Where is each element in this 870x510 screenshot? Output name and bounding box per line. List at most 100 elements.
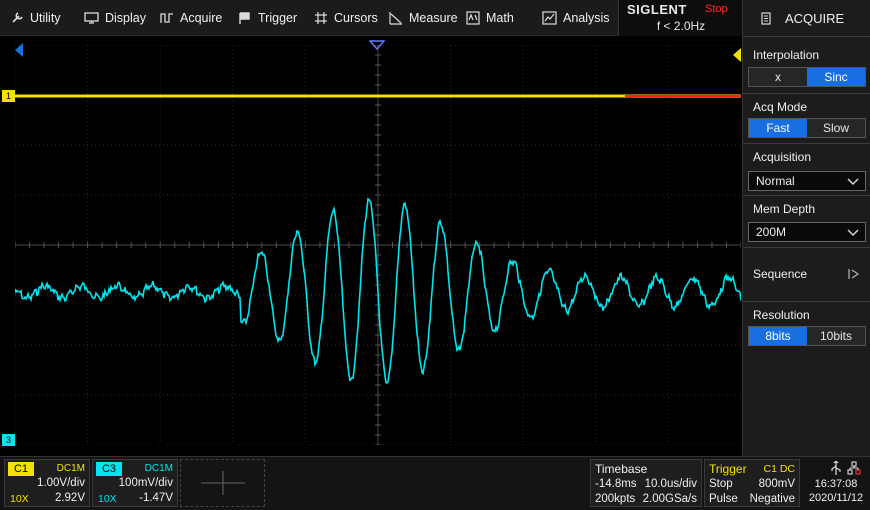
panel-header[interactable]: ACQUIRE: [743, 0, 870, 36]
acq-mode-title: Acq Mode: [753, 100, 808, 114]
menu-analysis[interactable]: Analysis: [542, 0, 610, 36]
acq-mode-toggle[interactable]: Fast Slow: [748, 118, 866, 138]
menu-trigger[interactable]: Trigger: [238, 0, 297, 36]
timebase-title: Timebase: [595, 462, 648, 476]
acquire-wave-icon: [160, 13, 173, 23]
channel-c3-offset: -1.47V: [139, 492, 173, 504]
menu-math-label: Math: [486, 11, 514, 25]
channel-c1-scale: 1.00V/div: [37, 477, 85, 489]
interpolation-title: Interpolation: [753, 48, 820, 62]
trigger-title: Trigger: [709, 462, 747, 476]
resolution-8bits-option[interactable]: 8bits: [749, 327, 807, 345]
run-status[interactable]: Stop: [705, 3, 728, 15]
trigger-delay-marker[interactable]: [369, 40, 385, 50]
trigger-level: 800mV: [758, 478, 795, 490]
clock-date: 2020/11/12: [808, 492, 864, 504]
waveform-display[interactable]: [15, 45, 741, 445]
memory-points: 200kpts: [595, 493, 636, 505]
mem-depth-title: Mem Depth: [753, 202, 816, 216]
trigger-frequency: f < 2.0Hz: [656, 19, 706, 33]
menu-analysis-label: Analysis: [563, 11, 610, 25]
trigger-type: Pulse: [709, 493, 738, 505]
sample-rate: 2.00GSa/s: [642, 493, 697, 505]
trigger-position-marker-left[interactable]: [14, 43, 24, 57]
timebase-box[interactable]: Timebase -14.8ms 10.0us/div 200kpts 2.00…: [590, 459, 702, 507]
monitor-icon: [84, 12, 99, 24]
acquisition-title: Acquisition: [753, 150, 812, 164]
clock-area: 16:37:08 2020/11/12: [803, 459, 869, 507]
channel-c3-scale: 100mV/div: [118, 477, 173, 489]
acquisition-select[interactable]: Normal: [748, 171, 866, 191]
resolution-section: Resolution 8bits 10bits: [743, 301, 870, 456]
channel-c3-box[interactable]: C3 DC1M 100mV/div 10X -1.47V: [92, 459, 178, 507]
channel-c1-coupling: DC1M: [56, 463, 85, 474]
channel-c1-offset: 2.92V: [54, 492, 85, 504]
acq-mode-fast-option[interactable]: Fast: [749, 119, 807, 137]
trigger-source: C1 DC: [763, 463, 795, 475]
acq-mode-section: Acq Mode Fast Slow: [743, 93, 870, 143]
c1-ground-marker[interactable]: 1: [2, 90, 15, 102]
sequence-title: Sequence: [753, 267, 808, 281]
channel-c3-probe: 10X: [98, 493, 117, 505]
sequence-arrow-icon: [848, 269, 860, 279]
interpolation-sinc-option[interactable]: Sinc: [807, 68, 865, 86]
menu-cursors[interactable]: Cursors: [314, 0, 378, 36]
timebase-scale: 10.0us/div: [644, 478, 697, 490]
c3-ground-marker[interactable]: 3: [2, 434, 15, 446]
graticule: [15, 45, 741, 445]
analysis-icon: [542, 11, 557, 25]
mem-depth-select[interactable]: 200M: [748, 222, 866, 242]
wrench-icon: [12, 12, 23, 23]
trigger-slope: Negative: [749, 493, 795, 505]
brand-box: SIGLENT Stop f < 2.0Hz: [618, 0, 742, 36]
channel-c3-coupling: DC1M: [144, 463, 173, 474]
clock-time: 16:37:08: [814, 478, 858, 490]
panel-title: ACQUIRE: [785, 10, 845, 26]
channel-c1-box[interactable]: C1 DC1M 1.00V/div 10X 2.92V: [4, 459, 90, 507]
trigger-state: Stop: [709, 478, 733, 490]
mem-depth-value: 200M: [756, 225, 787, 239]
menu-trigger-label: Trigger: [258, 11, 298, 25]
menu-display-label: Display: [105, 11, 146, 25]
menu-math[interactable]: Math: [466, 0, 514, 36]
channel-c1-tag: C1: [8, 462, 34, 476]
trigger-level-marker[interactable]: [732, 48, 742, 62]
crosshair-icon: [201, 471, 245, 495]
chevron-down-icon: [847, 178, 859, 185]
chevron-down-icon: [847, 229, 859, 236]
menu-cursors-label: Cursors: [334, 11, 378, 25]
menu-bar: Utility Display Acquire Trigger Cursors …: [0, 0, 742, 36]
interpolation-x-option[interactable]: x: [749, 68, 807, 86]
cursors-icon: [315, 12, 327, 24]
interpolation-section: Interpolation x Sinc: [743, 36, 870, 93]
menu-display[interactable]: Display: [84, 0, 146, 36]
acquisition-section: Acquisition Normal: [743, 143, 870, 195]
menu-measure-label: Measure: [409, 11, 458, 25]
acq-mode-slow-option[interactable]: Slow: [807, 119, 865, 137]
trigger-flag-icon: [239, 12, 250, 24]
mem-depth-section: Mem Depth 200M: [743, 195, 870, 247]
sequence-section[interactable]: Sequence: [743, 247, 870, 301]
channel-c3-tag: C3: [96, 462, 122, 476]
menu-measure[interactable]: Measure: [389, 0, 458, 36]
resolution-10bits-option[interactable]: 10bits: [807, 327, 865, 345]
timebase-delay: -14.8ms: [595, 478, 637, 490]
acquisition-value: Normal: [756, 174, 795, 188]
network-icon: [847, 461, 861, 475]
resolution-title: Resolution: [753, 308, 810, 322]
acquire-panel: ACQUIRE Interpolation x Sinc Acq Mode Fa…: [742, 0, 870, 456]
measure-icon: [389, 12, 402, 25]
menu-utility-label: Utility: [30, 11, 61, 25]
resolution-toggle[interactable]: 8bits 10bits: [748, 326, 866, 346]
menu-acquire[interactable]: Acquire: [160, 0, 222, 36]
interpolation-toggle[interactable]: x Sinc: [748, 67, 866, 87]
brand-logo: SIGLENT: [627, 2, 687, 17]
usb-icon: [831, 461, 841, 475]
trigger-box[interactable]: Trigger C1 DC Stop 800mV Pulse Negative: [704, 459, 800, 507]
math-icon: [466, 11, 480, 25]
add-channel-slot[interactable]: [180, 459, 265, 507]
menu-acquire-label: Acquire: [180, 11, 223, 25]
document-icon: [761, 11, 771, 25]
menu-utility[interactable]: Utility: [10, 0, 61, 36]
channel-c1-probe: 10X: [10, 493, 29, 505]
